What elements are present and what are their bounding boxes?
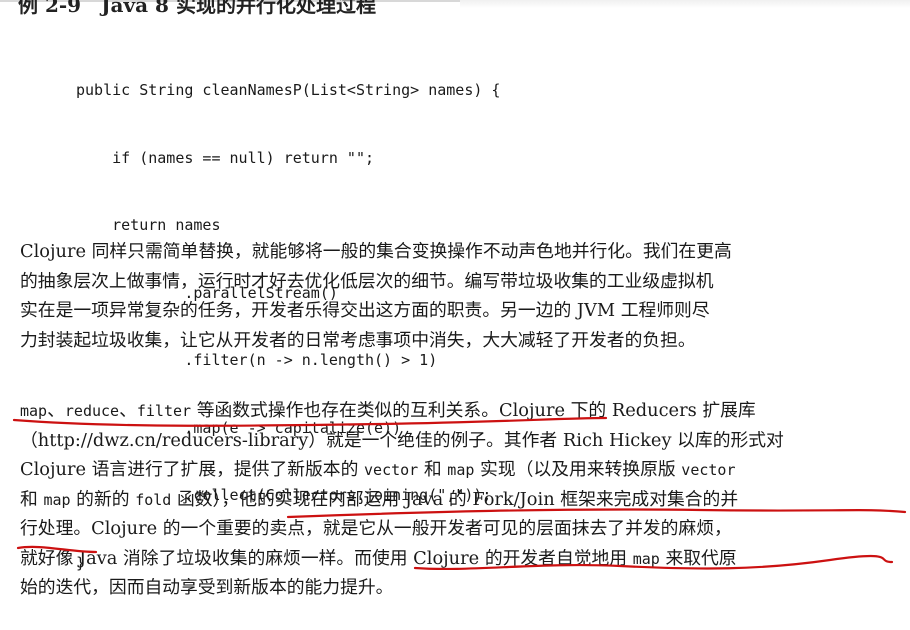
inline-code-map: map (20, 402, 48, 420)
text-segment: 和 (418, 459, 448, 480)
text-line: Clojure 语言进行了扩展，提供了新版本的 vector 和 map 实现（… (20, 455, 900, 485)
text-segment: 、 (47, 400, 65, 421)
code-line: if (names == null) return ""; (76, 148, 375, 167)
inline-code-vector: vector (681, 461, 736, 479)
text-segment: 的新的 (70, 488, 136, 510)
text-segment: 和 (20, 488, 44, 510)
inline-code-filter: filter (136, 402, 192, 420)
inline-code-vector: vector (364, 461, 419, 479)
text-segment: 实现（以及用来转换原版 (474, 459, 682, 480)
code-line: return names (76, 216, 221, 234)
text-line: 就好像 Java 消除了垃圾收集的麻烦一样。而使用 Clojure 的开发者自觉… (20, 544, 900, 574)
text-line: 力封装起垃圾收集，让它从开发者的日常考虑事项中消失，大大减轻了开发者的负担。 (20, 329, 696, 351)
text-line: （http://dwz.cn/reducers-library）就是一个绝佳的例… (20, 429, 784, 451)
inline-code-map: map (43, 490, 71, 509)
paragraph-reducers: map、reduce、filter 等函数式操作也存在类似的互利关系。Cloju… (20, 396, 900, 603)
paragraph-gc: Clojure 同样只需简单替换，就能够将一般的集合变换操作不动声色地并行化。我… (20, 237, 900, 355)
text-line: Clojure 同样只需简单替换，就能够将一般的集合变换操作不动声色地并行化。我… (20, 241, 732, 262)
text-line: 的抽象层次上做事情，运行时才好去优化低层次的细节。编写带垃圾收集的工业级虚拟机 (20, 270, 714, 292)
text-segment: 就好像 Java 消除了垃圾收集的麻烦一样。而使用 Clojure 的开发者自觉… (20, 547, 633, 569)
text-line: map、reduce、filter 等函数式操作也存在类似的互利关系。Cloju… (20, 396, 900, 426)
inline-code-fold: fold (135, 490, 172, 509)
text-line: 行处理。Clojure 的一个重要的卖点，就是它从一般开发者可见的层面抹去了并发… (20, 518, 732, 539)
example-caption: 例 2-9 Java 8 实现的并行化处理过程 (18, 0, 376, 17)
text-segment: 等函数式操作也存在类似的互利关系。Clojure 下的 Reducers 扩展库 (191, 400, 756, 421)
text-line: 和 map 的新的 fold 函数），他的实现在内部运用 Java 的 Fork… (20, 485, 900, 515)
text-line: 实在是一项异常复杂的任务，开发者乐得交出这方面的职责。另一边的 JVM 工程师则… (20, 300, 710, 321)
inline-code-map: map (447, 461, 475, 479)
code-line: public String cleanNamesP(List<String> n… (76, 81, 501, 99)
text-segment: 、 (119, 400, 137, 421)
text-line: 始的迭代，因而自动享受到新版本的能力提升。 (20, 577, 394, 598)
header-shade (460, 0, 910, 8)
text-segment: 函数），他的实现在内部运用 Java 的 Fork/Join 框架来完成对集合的… (171, 488, 739, 510)
inline-code-reduce: reduce (64, 402, 120, 420)
text-segment: Clojure 语言进行了扩展，提供了新版本的 (20, 459, 365, 480)
text-segment: 来取代原 (659, 547, 737, 569)
inline-code-map: map (632, 549, 660, 568)
